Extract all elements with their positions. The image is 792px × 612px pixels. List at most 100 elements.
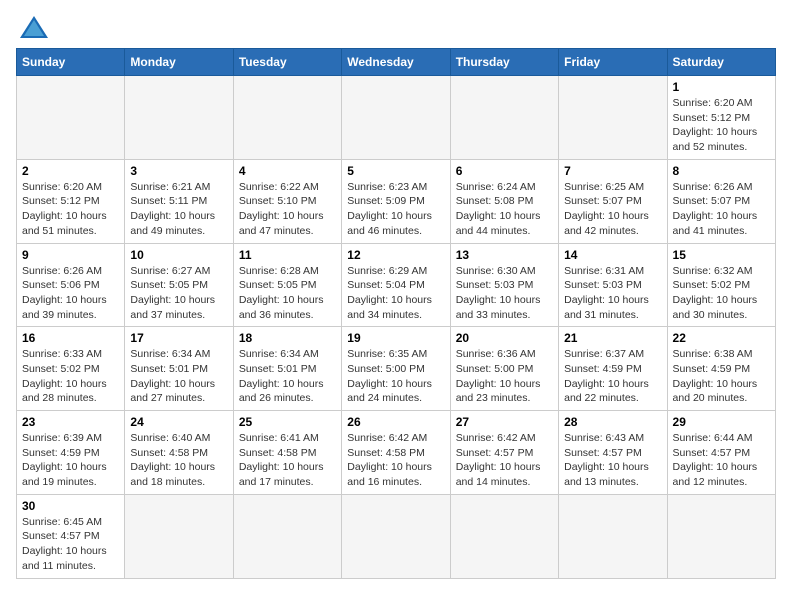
calendar-week-row: 16 Sunrise: 6:33 AM Sunset: 5:02 PM Dayli… [17,327,776,411]
day-info: Sunrise: 6:32 AM Sunset: 5:02 PM Dayligh… [673,264,770,323]
calendar-cell: 23 Sunrise: 6:39 AM Sunset: 4:59 PM Dayli… [17,411,125,495]
day-number: 8 [673,164,770,178]
calendar-cell: 12 Sunrise: 6:29 AM Sunset: 5:04 PM Dayli… [342,243,450,327]
day-info: Sunrise: 6:41 AM Sunset: 4:58 PM Dayligh… [239,431,336,490]
day-info: Sunrise: 6:35 AM Sunset: 5:00 PM Dayligh… [347,347,444,406]
day-number: 11 [239,248,336,262]
calendar-cell: 5 Sunrise: 6:23 AM Sunset: 5:09 PM Daylig… [342,159,450,243]
day-info: Sunrise: 6:31 AM Sunset: 5:03 PM Dayligh… [564,264,661,323]
weekday-header-saturday: Saturday [667,49,775,76]
calendar-week-row: 9 Sunrise: 6:26 AM Sunset: 5:06 PM Daylig… [17,243,776,327]
calendar-cell [17,76,125,160]
calendar-cell: 9 Sunrise: 6:26 AM Sunset: 5:06 PM Daylig… [17,243,125,327]
calendar-body: 1 Sunrise: 6:20 AM Sunset: 5:12 PM Daylig… [17,76,776,579]
calendar-cell: 10 Sunrise: 6:27 AM Sunset: 5:05 PM Dayli… [125,243,233,327]
calendar-cell: 15 Sunrise: 6:32 AM Sunset: 5:02 PM Dayli… [667,243,775,327]
calendar-week-row: 2 Sunrise: 6:20 AM Sunset: 5:12 PM Daylig… [17,159,776,243]
day-number: 10 [130,248,227,262]
day-number: 19 [347,331,444,345]
day-number: 3 [130,164,227,178]
day-info: Sunrise: 6:26 AM Sunset: 5:06 PM Dayligh… [22,264,119,323]
day-number: 30 [22,499,119,513]
day-info: Sunrise: 6:44 AM Sunset: 4:57 PM Dayligh… [673,431,770,490]
calendar-cell: 6 Sunrise: 6:24 AM Sunset: 5:08 PM Daylig… [450,159,558,243]
day-info: Sunrise: 6:42 AM Sunset: 4:58 PM Dayligh… [347,431,444,490]
day-info: Sunrise: 6:30 AM Sunset: 5:03 PM Dayligh… [456,264,553,323]
calendar-cell [233,494,341,578]
calendar-cell: 7 Sunrise: 6:25 AM Sunset: 5:07 PM Daylig… [559,159,667,243]
calendar-cell: 21Sunrise: 6:37 AM Sunset: 4:59 PM Dayli… [559,327,667,411]
day-number: 2 [22,164,119,178]
day-info: Sunrise: 6:40 AM Sunset: 4:58 PM Dayligh… [130,431,227,490]
calendar-cell [125,76,233,160]
day-number: 1 [673,80,770,94]
calendar-cell: 20 Sunrise: 6:36 AM Sunset: 5:00 PM Dayli… [450,327,558,411]
day-number: 21 [564,331,661,345]
calendar-cell: 2 Sunrise: 6:20 AM Sunset: 5:12 PM Daylig… [17,159,125,243]
day-number: 16 [22,331,119,345]
calendar-cell: 28Sunrise: 6:43 AM Sunset: 4:57 PM Dayli… [559,411,667,495]
calendar-week-row: 23 Sunrise: 6:39 AM Sunset: 4:59 PM Dayli… [17,411,776,495]
day-info: Sunrise: 6:43 AM Sunset: 4:57 PM Dayligh… [564,431,661,490]
day-info: Sunrise: 6:34 AM Sunset: 5:01 PM Dayligh… [239,347,336,406]
calendar-table: SundayMondayTuesdayWednesdayThursdayFrid… [16,48,776,579]
page-header [16,16,776,38]
weekday-row: SundayMondayTuesdayWednesdayThursdayFrid… [17,49,776,76]
day-number: 27 [456,415,553,429]
calendar-cell [342,76,450,160]
weekday-header-monday: Monday [125,49,233,76]
day-info: Sunrise: 6:24 AM Sunset: 5:08 PM Dayligh… [456,180,553,239]
day-info: Sunrise: 6:28 AM Sunset: 5:05 PM Dayligh… [239,264,336,323]
day-number: 5 [347,164,444,178]
calendar-cell: 24Sunrise: 6:40 AM Sunset: 4:58 PM Dayli… [125,411,233,495]
day-info: Sunrise: 6:29 AM Sunset: 5:04 PM Dayligh… [347,264,444,323]
calendar-cell: 25 Sunrise: 6:41 AM Sunset: 4:58 PM Dayli… [233,411,341,495]
day-number: 13 [456,248,553,262]
day-number: 12 [347,248,444,262]
calendar-cell: 22 Sunrise: 6:38 AM Sunset: 4:59 PM Dayli… [667,327,775,411]
day-info: Sunrise: 6:36 AM Sunset: 5:00 PM Dayligh… [456,347,553,406]
weekday-header-wednesday: Wednesday [342,49,450,76]
calendar-cell: 3 Sunrise: 6:21 AM Sunset: 5:11 PM Daylig… [125,159,233,243]
day-info: Sunrise: 6:20 AM Sunset: 5:12 PM Dayligh… [22,180,119,239]
day-number: 15 [673,248,770,262]
weekday-header-tuesday: Tuesday [233,49,341,76]
weekday-header-sunday: Sunday [17,49,125,76]
day-info: Sunrise: 6:27 AM Sunset: 5:05 PM Dayligh… [130,264,227,323]
day-info: Sunrise: 6:34 AM Sunset: 5:01 PM Dayligh… [130,347,227,406]
day-info: Sunrise: 6:33 AM Sunset: 5:02 PM Dayligh… [22,347,119,406]
day-number: 20 [456,331,553,345]
calendar-cell: 30 Sunrise: 6:45 AM Sunset: 4:57 PM Dayli… [17,494,125,578]
calendar-cell: 19 Sunrise: 6:35 AM Sunset: 5:00 PM Dayli… [342,327,450,411]
day-number: 9 [22,248,119,262]
day-number: 6 [456,164,553,178]
day-info: Sunrise: 6:22 AM Sunset: 5:10 PM Dayligh… [239,180,336,239]
calendar-cell [559,76,667,160]
calendar-cell: 16 Sunrise: 6:33 AM Sunset: 5:02 PM Dayli… [17,327,125,411]
weekday-header-thursday: Thursday [450,49,558,76]
calendar-header: SundayMondayTuesdayWednesdayThursdayFrid… [17,49,776,76]
day-info: Sunrise: 6:21 AM Sunset: 5:11 PM Dayligh… [130,180,227,239]
calendar-cell: 18 Sunrise: 6:34 AM Sunset: 5:01 PM Dayli… [233,327,341,411]
day-info: Sunrise: 6:25 AM Sunset: 5:07 PM Dayligh… [564,180,661,239]
day-number: 25 [239,415,336,429]
calendar-cell [450,494,558,578]
day-number: 22 [673,331,770,345]
day-info: Sunrise: 6:23 AM Sunset: 5:09 PM Dayligh… [347,180,444,239]
day-info: Sunrise: 6:39 AM Sunset: 4:59 PM Dayligh… [22,431,119,490]
day-number: 4 [239,164,336,178]
calendar-cell [125,494,233,578]
calendar-week-row: 30 Sunrise: 6:45 AM Sunset: 4:57 PM Dayli… [17,494,776,578]
day-number: 18 [239,331,336,345]
day-info: Sunrise: 6:38 AM Sunset: 4:59 PM Dayligh… [673,347,770,406]
day-info: Sunrise: 6:45 AM Sunset: 4:57 PM Dayligh… [22,515,119,574]
day-number: 7 [564,164,661,178]
day-number: 23 [22,415,119,429]
calendar-cell: 26 Sunrise: 6:42 AM Sunset: 4:58 PM Dayli… [342,411,450,495]
logo [16,16,48,38]
weekday-header-friday: Friday [559,49,667,76]
calendar-cell: 29Sunrise: 6:44 AM Sunset: 4:57 PM Dayli… [667,411,775,495]
day-number: 14 [564,248,661,262]
logo-icon [20,16,48,38]
day-number: 26 [347,415,444,429]
